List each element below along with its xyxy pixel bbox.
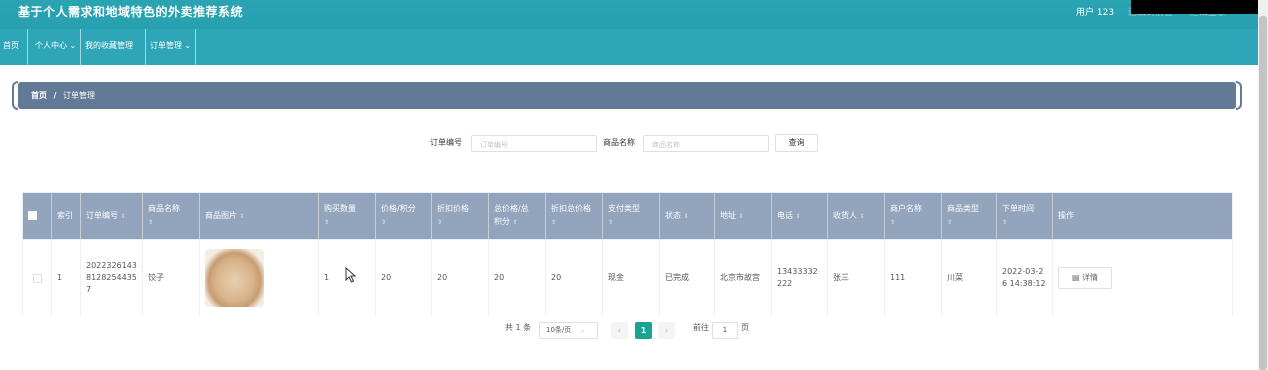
overlay-box — [1131, 0, 1268, 14]
prev-page-button[interactable]: ‹ — [611, 322, 628, 339]
next-page-button[interactable]: › — [658, 322, 675, 339]
app-title: 基于个人需求和地域特色的外卖推荐系统 — [18, 5, 244, 19]
page-size-select[interactable]: 10条/页 ⌄ — [539, 322, 598, 339]
cell-pay-type: 现金 — [603, 240, 660, 316]
cell-receiver: 张三 — [828, 240, 885, 316]
page-suffix: 页 — [741, 323, 749, 332]
col-order-time[interactable]: 下单时间 ⇕ — [997, 193, 1053, 239]
col-discount-total[interactable]: 折扣总价格 ⇕ — [546, 193, 603, 239]
page-number-current[interactable]: 1 — [635, 322, 652, 339]
cell-phone: 13433332222 — [772, 240, 828, 316]
nav-personal-center[interactable]: 个人中心 ⌄ — [32, 29, 81, 65]
breadcrumb-home[interactable]: 首页 — [31, 91, 47, 100]
cell-discount-price: 20 — [432, 240, 489, 316]
cell-merchant: 111 — [885, 240, 942, 316]
cell-total: 20 — [489, 240, 546, 316]
breadcrumb-current: 订单管理 — [63, 91, 96, 100]
col-pay-type[interactable]: 支付类型 ⇕ — [603, 193, 660, 239]
col-total[interactable]: 总价格/总积分 ⇕ — [489, 193, 546, 239]
current-user: 用户 123 — [1076, 8, 1115, 18]
chevron-down-icon: ⌄ — [579, 326, 586, 334]
nav-home[interactable]: 首页 — [0, 29, 28, 65]
goods-name-label: 商品名称 — [603, 138, 635, 147]
col-discount-price[interactable]: 折扣价格 ⇕ — [432, 193, 489, 239]
chevron-right-icon: › — [664, 326, 669, 335]
cell-status: 已完成 — [660, 240, 715, 316]
cell-order-no: 202232614381282544357 — [81, 240, 143, 316]
cell-discount-total: 20 — [546, 240, 603, 316]
top-header: 基于个人需求和地域特色的外卖推荐系统 用户 123 退出到前台 退出登录 — [0, 0, 1258, 29]
col-phone[interactable]: 电话 ⇕ — [772, 193, 828, 239]
scrollbar-thumb[interactable] — [1259, 16, 1267, 370]
select-all-checkbox[interactable] — [28, 211, 37, 220]
cell-order-time: 2022-03-26 14:38:12 — [997, 240, 1053, 316]
cell-address: 北京市故宫 — [715, 240, 772, 316]
col-merchant[interactable]: 商户名称 ⇕ — [885, 193, 942, 239]
goto-label: 前往 — [693, 323, 709, 332]
document-icon: ▤ — [1071, 273, 1080, 282]
col-actions: 操作 — [1058, 211, 1074, 220]
nav-orders[interactable]: 订单管理 ⌄ — [147, 29, 196, 65]
cell-price: 20 — [376, 240, 432, 316]
row-checkbox[interactable] — [32, 273, 42, 283]
table-row: 1 202232614381282544357 饺子 1 20 20 20 20… — [23, 239, 1232, 316]
goods-name-input[interactable]: 商品名称 — [643, 135, 769, 152]
table-header: 索引 订单编号 ⇕ 商品名称 ⇕ 商品图片 ⇕ 购买数量 ⇕ 价格/积分 ⇕ 折扣价格… — [23, 193, 1232, 239]
col-goods-name[interactable]: 商品名称 ⇕ — [143, 193, 200, 239]
main-nav: 首页 个人中心 ⌄ 我的收藏管理 ⌄ 订单管理 ⌄ — [0, 29, 1258, 84]
col-receiver[interactable]: 收货人 ⇕ — [828, 193, 885, 239]
cell-goods-type: 川菜 — [942, 240, 997, 316]
goods-image — [205, 249, 264, 307]
chevron-left-icon: ‹ — [617, 326, 622, 335]
detail-button[interactable]: ▤ 详情 — [1058, 267, 1112, 289]
col-order-no[interactable]: 订单编号 ⇕ — [81, 193, 143, 239]
col-goods-type[interactable]: 商品类型 ⇕ — [942, 193, 997, 239]
col-index: 索引 — [52, 193, 81, 239]
col-quantity[interactable]: 购买数量 ⇕ — [319, 193, 376, 239]
breadcrumb: 首页 / 订单管理 — [12, 81, 1242, 110]
query-button[interactable]: 查询 — [775, 134, 818, 152]
col-status[interactable]: 状态 ⇕ — [660, 193, 715, 239]
nav-favorites[interactable]: 我的收藏管理 ⌄ — [82, 29, 146, 84]
orders-table: 索引 订单编号 ⇕ 商品名称 ⇕ 商品图片 ⇕ 购买数量 ⇕ 价格/积分 ⇕ 折扣价格… — [22, 192, 1233, 316]
order-no-label: 订单编号 — [430, 138, 462, 147]
mouse-cursor-icon — [345, 267, 357, 283]
cell-goods-name: 饺子 — [143, 240, 200, 316]
col-address[interactable]: 地址 ⇕ — [715, 193, 772, 239]
col-price[interactable]: 价格/积分 ⇕ — [376, 193, 432, 239]
breadcrumb-separator: / — [53, 91, 57, 100]
cell-index: 1 — [52, 240, 81, 316]
order-no-input[interactable]: 订单编号 — [471, 135, 597, 152]
col-goods-image[interactable]: 商品图片 ⇕ — [200, 193, 319, 239]
pager-total: 共 1 条 — [505, 323, 532, 332]
goto-page-input[interactable]: 1 — [712, 322, 738, 339]
